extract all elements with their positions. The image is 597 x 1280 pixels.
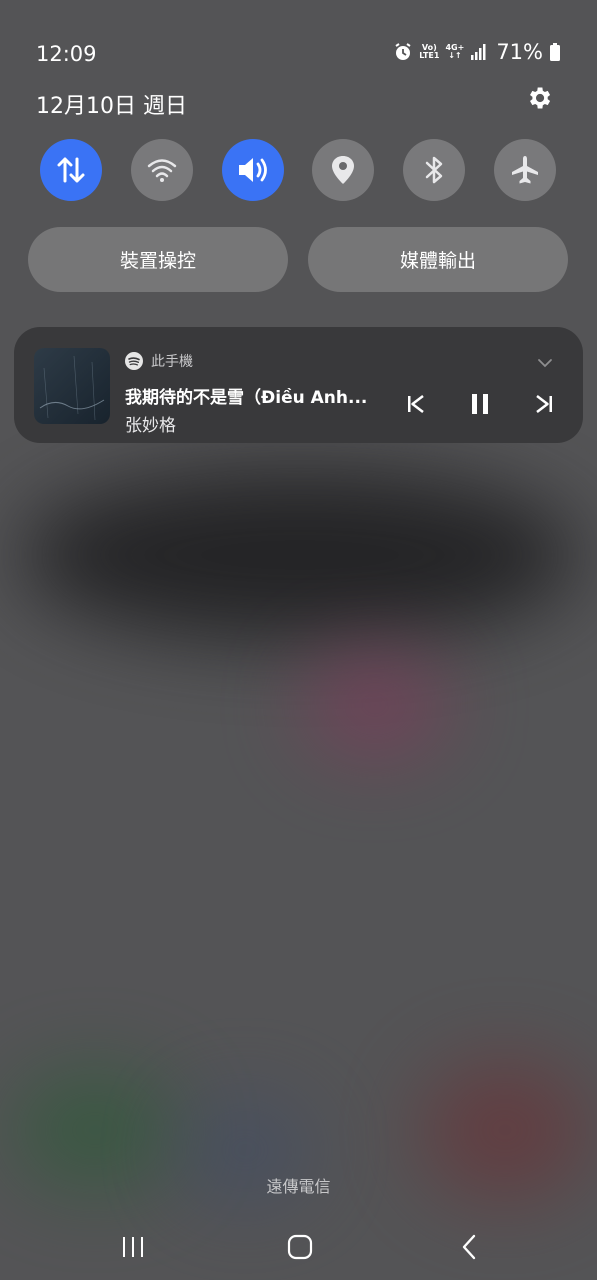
location-pin-icon	[332, 156, 355, 184]
album-art	[34, 348, 110, 424]
date-label: 12月10日 週日	[36, 94, 187, 119]
expand-button[interactable]	[537, 353, 553, 372]
media-source: 此手機	[125, 351, 193, 371]
quick-settings-row	[40, 139, 556, 201]
background-blur	[10, 1070, 180, 1190]
home-button[interactable]	[285, 1232, 315, 1262]
gear-icon	[530, 87, 551, 109]
navigation-bar	[0, 1220, 597, 1270]
wifi-toggle[interactable]	[130, 139, 193, 201]
airplane-icon	[511, 156, 538, 184]
album-art-image	[39, 355, 105, 421]
pill-row: 裝置操控 媒體輸出	[28, 227, 568, 292]
status-bar: 12:09 Vo) LTE1 4G+ ↓↑ 71%	[0, 0, 597, 80]
background-blur	[300, 650, 450, 760]
status-icons: Vo) LTE1 4G+ ↓↑ 71%	[393, 40, 561, 64]
battery-icon	[550, 43, 560, 61]
clock: 12:09	[36, 42, 97, 66]
chevron-down-icon	[538, 359, 552, 368]
pause-button[interactable]	[467, 391, 493, 417]
back-icon	[462, 1234, 476, 1260]
sound-toggle[interactable]	[221, 139, 284, 201]
airplane-toggle[interactable]	[493, 139, 556, 201]
previous-button[interactable]	[403, 391, 429, 417]
carrier-label: 遠傳電信	[266, 1177, 331, 1196]
speaker-icon	[238, 158, 267, 182]
spotify-icon	[125, 352, 143, 370]
volte-indicator: Vo) LTE1	[419, 43, 440, 60]
recent-apps-button[interactable]	[118, 1232, 148, 1262]
recent-apps-icon	[123, 1237, 143, 1257]
network-indicator: 4G+ ↓↑	[445, 43, 465, 60]
background-blur	[20, 470, 580, 640]
next-button[interactable]	[531, 391, 557, 417]
track-artist: 张妙格	[125, 416, 176, 436]
battery-percent: 71%	[496, 40, 543, 64]
device-control-button[interactable]: 裝置操控	[28, 227, 288, 292]
signal-icon	[471, 44, 486, 60]
skip-previous-icon	[408, 395, 424, 413]
media-player-card[interactable]: 此手機 我期待的不是雪（Điều Anh... 张妙格	[14, 327, 583, 443]
alarm-icon	[395, 43, 411, 60]
location-toggle[interactable]	[312, 139, 375, 201]
settings-button[interactable]	[525, 84, 557, 116]
wifi-icon	[147, 159, 177, 182]
pause-icon	[472, 394, 488, 414]
media-output-button[interactable]: 媒體輸出	[308, 227, 568, 292]
bluetooth-icon	[425, 156, 443, 184]
data-arrows-icon	[57, 157, 85, 183]
media-source-label: 此手機	[151, 354, 193, 370]
track-title: 我期待的不是雪（Điều Anh...	[125, 388, 368, 408]
back-button[interactable]	[454, 1232, 484, 1262]
bluetooth-toggle[interactable]	[403, 139, 466, 201]
home-icon	[287, 1234, 313, 1260]
mobile-data-toggle[interactable]	[40, 139, 102, 201]
skip-next-icon	[536, 395, 552, 413]
